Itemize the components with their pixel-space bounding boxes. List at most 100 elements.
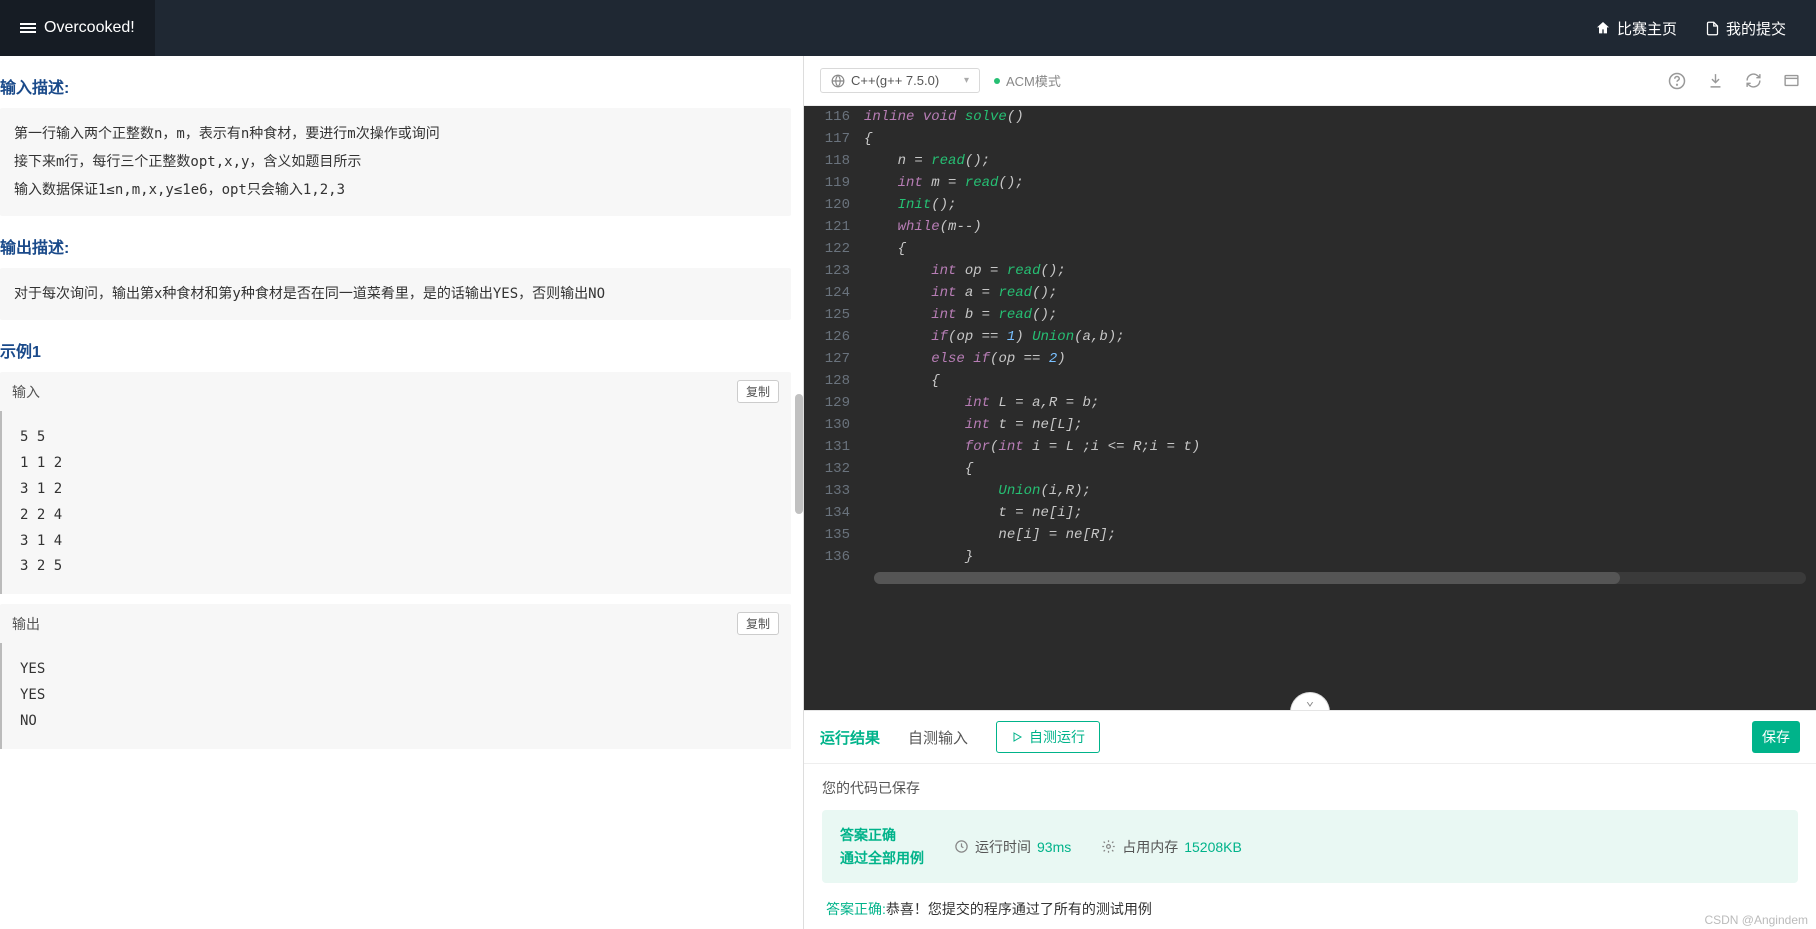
- output-desc-title: 输出描述:: [0, 234, 791, 258]
- line-number: 120: [804, 194, 864, 216]
- language-select[interactable]: C++(g++ 7.5.0) ▾: [820, 68, 980, 93]
- results-panel: 运行结果 自测输入 自测运行 保存 您的代码已保存 答案正确 通过全部用例: [804, 710, 1816, 929]
- line-number: 130: [804, 414, 864, 436]
- memory-value: 15208KB: [1184, 839, 1242, 855]
- congrats-message: 答案正确:恭喜！您提交的程序通过了所有的测试用例: [826, 899, 1794, 919]
- refresh-icon[interactable]: [1744, 72, 1762, 90]
- example-title: 示例1: [0, 338, 791, 362]
- header-right: 比赛主页 我的提交: [1565, 18, 1816, 39]
- line-number: 122: [804, 238, 864, 260]
- code-line[interactable]: 131 for(int i = L ;i <= R;i = t): [804, 436, 1816, 458]
- code-line[interactable]: 118 n = read();: [804, 150, 1816, 172]
- mode-label: ACM模式: [994, 71, 1061, 90]
- header-left[interactable]: Overcooked!: [0, 0, 155, 56]
- clock-icon: [954, 839, 969, 854]
- code-line[interactable]: 117{: [804, 128, 1816, 150]
- line-number: 135: [804, 524, 864, 546]
- runtime-metric: 运行时间 93ms: [954, 837, 1071, 857]
- line-number: 132: [804, 458, 864, 480]
- code-line[interactable]: 119 int m = read();: [804, 172, 1816, 194]
- watermark: CSDN @Angindem: [1704, 913, 1808, 927]
- language-label: C++(g++ 7.5.0): [851, 73, 939, 88]
- line-number: 128: [804, 370, 864, 392]
- code-line[interactable]: 123 int op = read();: [804, 260, 1816, 282]
- tab-run-result[interactable]: 运行结果: [820, 727, 880, 748]
- code-line[interactable]: 135 ne[i] = ne[R];: [804, 524, 1816, 546]
- line-number: 119: [804, 172, 864, 194]
- code-line[interactable]: 128 {: [804, 370, 1816, 392]
- copy-input-button[interactable]: 复制: [737, 380, 779, 403]
- line-number: 134: [804, 502, 864, 524]
- copy-output-button[interactable]: 复制: [737, 612, 779, 635]
- line-number: 131: [804, 436, 864, 458]
- line-number: 118: [804, 150, 864, 172]
- results-tabs: 运行结果 自测输入 自测运行 保存: [804, 711, 1816, 764]
- line-number: 117: [804, 128, 864, 150]
- code-line[interactable]: 129 int L = a,R = b;: [804, 392, 1816, 414]
- header-bar: Overcooked! 比赛主页 我的提交: [0, 0, 1816, 56]
- code-line[interactable]: 126 if(op == 1) Union(a,b);: [804, 326, 1816, 348]
- line-number: 136: [804, 546, 864, 568]
- input-desc-title: 输入描述:: [0, 74, 791, 98]
- code-line[interactable]: 132 {: [804, 458, 1816, 480]
- code-line[interactable]: 125 int b = read();: [804, 304, 1816, 326]
- gear-icon: [1101, 839, 1116, 854]
- code-line[interactable]: 127 else if(op == 2): [804, 348, 1816, 370]
- runtime-value: 93ms: [1037, 839, 1071, 855]
- home-icon: [1595, 20, 1611, 36]
- input-label: 输入: [12, 382, 40, 402]
- chevron-down-icon: ▾: [964, 75, 969, 86]
- line-number: 127: [804, 348, 864, 370]
- editor-h-scrollbar[interactable]: [874, 572, 1806, 584]
- example-output-block: 输出 复制 YES YES NO: [0, 604, 791, 749]
- line-number: 121: [804, 216, 864, 238]
- code-line[interactable]: 116inline void solve(): [804, 106, 1816, 128]
- line-number: 116: [804, 106, 864, 128]
- contest-home-link[interactable]: 比赛主页: [1595, 18, 1677, 39]
- input-desc: 第一行输入两个正整数n，m，表示有n种食材，要进行m次操作或询问 接下来m行，每…: [0, 108, 791, 216]
- saved-message: 您的代码已保存: [822, 778, 1798, 798]
- play-icon: [1011, 731, 1023, 743]
- example-input-block: 输入 复制 5 5 1 1 2 3 1 2 2 2 4 3 1 4 3 2 5: [0, 372, 791, 594]
- example-output-body: YES YES NO: [0, 643, 791, 749]
- code-line[interactable]: 120 Init();: [804, 194, 1816, 216]
- self-run-button[interactable]: 自测运行: [996, 721, 1100, 753]
- download-icon[interactable]: [1706, 72, 1724, 90]
- code-line[interactable]: 133 Union(i,R);: [804, 480, 1816, 502]
- code-line[interactable]: 121 while(m--): [804, 216, 1816, 238]
- code-line[interactable]: 136 }: [804, 546, 1816, 568]
- line-number: 125: [804, 304, 864, 326]
- editor-toolbar: C++(g++ 7.5.0) ▾ ACM模式: [804, 56, 1816, 106]
- globe-icon: [831, 74, 845, 88]
- line-number: 129: [804, 392, 864, 414]
- output-desc: 对于每次询问，输出第x种食材和第y种食材是否在同一道菜肴里，是的话输出YES，否…: [0, 268, 791, 320]
- layout-icon[interactable]: [1782, 72, 1800, 90]
- problem-pane[interactable]: 输入描述: 第一行输入两个正整数n，m，表示有n种食材，要进行m次操作或询问 接…: [0, 56, 804, 929]
- code-line[interactable]: 124 int a = read();: [804, 282, 1816, 304]
- help-icon[interactable]: [1668, 72, 1686, 90]
- left-scrollbar[interactable]: [795, 394, 803, 514]
- code-line[interactable]: 134 t = ne[i];: [804, 502, 1816, 524]
- memory-metric: 占用内存 15208KB: [1101, 837, 1242, 857]
- code-editor[interactable]: 116inline void solve()117{118 n = read()…: [804, 106, 1816, 710]
- file-icon: [1705, 21, 1720, 36]
- verdict-box: 答案正确 通过全部用例 运行时间 93ms 占用内存 15208KB: [822, 810, 1798, 883]
- collapse-results-handle[interactable]: ⌄: [1290, 692, 1330, 710]
- code-line[interactable]: 122 {: [804, 238, 1816, 260]
- save-button[interactable]: 保存: [1752, 721, 1800, 753]
- example-input-body: 5 5 1 1 2 3 1 2 2 2 4 3 1 4 3 2 5: [0, 411, 791, 594]
- tab-self-test[interactable]: 自测输入: [908, 727, 968, 748]
- line-number: 123: [804, 260, 864, 282]
- editor-pane: C++(g++ 7.5.0) ▾ ACM模式 116inline void so…: [804, 56, 1816, 929]
- page-title: Overcooked!: [44, 19, 135, 37]
- line-number: 126: [804, 326, 864, 348]
- toolbar-right: [1668, 72, 1800, 90]
- contest-home-label: 比赛主页: [1617, 18, 1677, 39]
- example-output-header: 输出 复制: [0, 604, 791, 643]
- menu-icon: [20, 21, 36, 35]
- my-submissions-link[interactable]: 我的提交: [1705, 18, 1786, 39]
- code-line[interactable]: 130 int t = ne[L];: [804, 414, 1816, 436]
- main: 输入描述: 第一行输入两个正整数n，m，表示有n种食材，要进行m次操作或询问 接…: [0, 56, 1816, 929]
- example-input-header: 输入 复制: [0, 372, 791, 411]
- status-dot-icon: [994, 78, 1000, 84]
